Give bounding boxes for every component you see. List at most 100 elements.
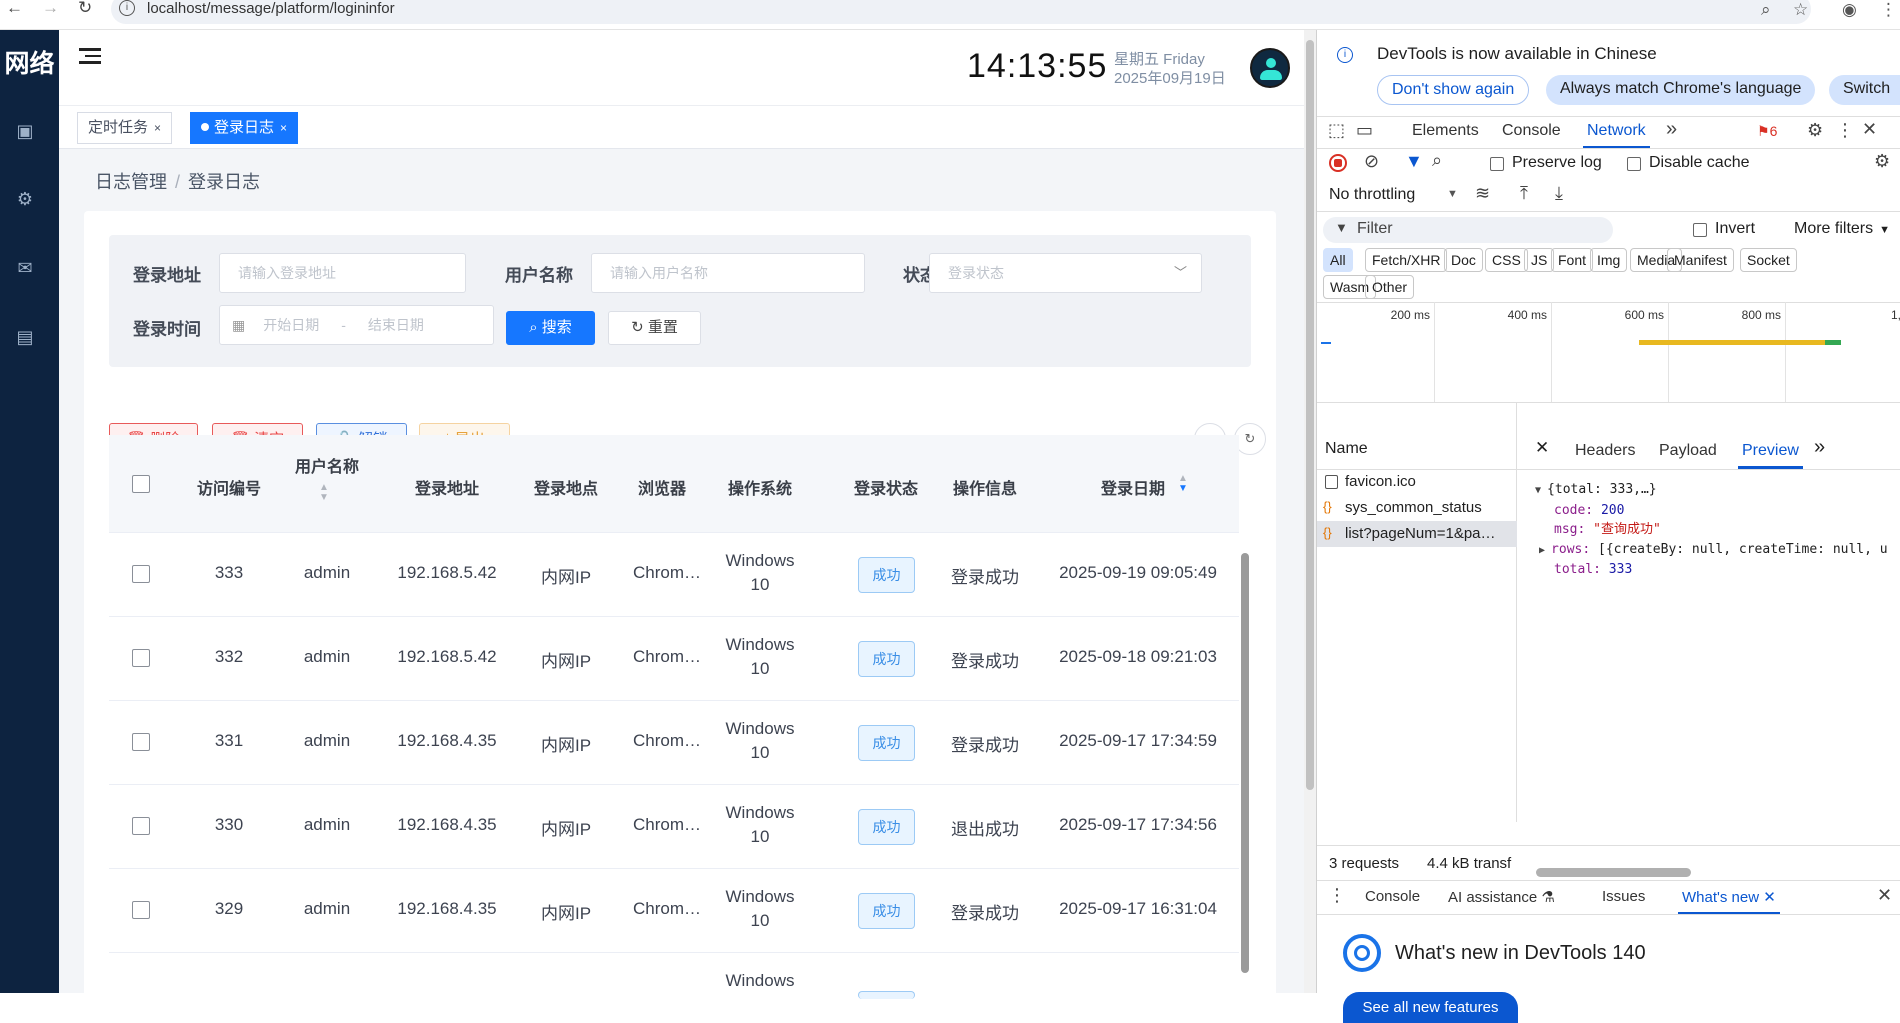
chevron-down-icon[interactable]: ▼ (1447, 188, 1458, 200)
select-all-checkbox[interactable] (132, 475, 150, 493)
tab-console[interactable]: Console (1502, 122, 1561, 140)
horizontal-scrollbar[interactable] (1536, 868, 1691, 877)
row-checkbox[interactable] (132, 901, 150, 919)
filter-input[interactable]: ▼ Filter (1323, 217, 1613, 243)
preserve-log-checkbox[interactable] (1490, 157, 1504, 171)
request-item[interactable]: favicon.ico (1317, 470, 1517, 494)
sort-icon[interactable]: ▲ ▼ (319, 483, 329, 503)
main-scrollbar[interactable] (1304, 30, 1316, 993)
table-row[interactable]: Windows (109, 953, 1239, 999)
dashboard-icon[interactable]: ▤ (14, 326, 36, 348)
filter-type-fetch-xhr[interactable]: Fetch/XHR (1365, 248, 1448, 272)
switch-language-button[interactable]: Switch D (1829, 75, 1900, 105)
search-icon[interactable]: ⌕ (1432, 150, 1442, 171)
request-item[interactable]: {} sys_common_status (1317, 496, 1517, 520)
close-icon[interactable]: ✕ (1759, 889, 1776, 906)
device-toolbar-icon[interactable]: ▭ (1356, 120, 1373, 141)
filter-type-manifest[interactable]: Manifest (1667, 248, 1734, 272)
json-rows[interactable]: ▶ rows: [{createBy: null, createTime: nu… (1535, 540, 1888, 561)
close-icon[interactable]: × (280, 121, 287, 135)
filter-type-img[interactable]: Img (1590, 248, 1628, 272)
tab-elements[interactable]: Elements (1412, 122, 1479, 140)
filter-type-css[interactable]: CSS (1485, 248, 1528, 272)
bookmark-star-icon[interactable]: ☆ (1793, 0, 1808, 20)
filter-type-all[interactable]: All (1323, 248, 1353, 272)
tab-network[interactable]: Network (1583, 122, 1650, 149)
browser-menu-icon[interactable]: ⋮ (1880, 0, 1897, 20)
drawer-tab-console[interactable]: Console (1365, 888, 1420, 905)
reset-button[interactable]: ↻ 重置 (608, 311, 701, 345)
zoom-icon[interactable]: ⌕ (1761, 0, 1771, 20)
close-drawer-icon[interactable]: ✕ (1877, 885, 1892, 906)
network-settings-icon[interactable]: ⚙ (1874, 151, 1890, 172)
disable-cache-checkbox[interactable] (1627, 157, 1641, 171)
date-range-picker[interactable]: ▦ 开始日期 - 结束日期 (219, 305, 494, 345)
drawer-tab-ai-assistance[interactable]: AI assistance ⚗ (1448, 888, 1555, 906)
more-tabs-icon[interactable]: » (1814, 436, 1825, 459)
invert-checkbox[interactable] (1693, 223, 1707, 237)
dont-show-again-button[interactable]: Don't show again (1377, 75, 1530, 105)
username-input[interactable]: 请输入用户名称 (591, 253, 865, 293)
issues-badge[interactable]: ⚑6 (1757, 123, 1777, 140)
more-filters-button[interactable]: More filters ▼ (1794, 220, 1890, 238)
breadcrumb-parent[interactable]: 日志管理 (95, 172, 167, 192)
filter-icon[interactable]: ▼ (1405, 151, 1423, 172)
col-username[interactable]: 用户名称 (287, 453, 367, 477)
status-select[interactable]: 登录状态 ﹀ (929, 253, 1202, 293)
drawer-tab-whats-new[interactable]: What's new ✕ (1678, 888, 1780, 915)
col-login-time[interactable]: 登录日期 (1093, 475, 1173, 499)
filter-type-doc[interactable]: Doc (1444, 248, 1483, 272)
forward-icon[interactable]: → (42, 0, 59, 18)
table-row[interactable]: 329 admin 192.168.4.35 内网IP Chrom… Windows 10 登… (109, 869, 1239, 953)
network-conditions-icon[interactable]: ≋ (1475, 183, 1490, 204)
tab-headers[interactable]: Headers (1575, 442, 1635, 460)
see-all-features-button[interactable]: See all new features (1343, 992, 1518, 1023)
filter-type-font[interactable]: Font (1551, 248, 1594, 272)
export-har-icon[interactable]: ⤓ (1555, 183, 1563, 204)
drawer-menu-icon[interactable]: ⋮ (1328, 885, 1346, 906)
filter-type-other[interactable]: Other (1365, 275, 1415, 299)
row-checkbox[interactable] (132, 649, 150, 667)
import-har-icon[interactable]: ⤒ (1520, 183, 1528, 204)
more-tabs-icon[interactable]: » (1666, 118, 1677, 141)
tab-login-log[interactable]: 登录日志 × (190, 112, 299, 144)
table-scrollbar[interactable] (1241, 543, 1249, 1003)
search-button[interactable]: ⌕ 搜索 (506, 311, 595, 345)
close-devtools-icon[interactable]: ✕ (1862, 119, 1877, 140)
throttling-select[interactable]: No throttling (1329, 186, 1415, 204)
tab-preview[interactable]: Preview (1738, 442, 1803, 469)
json-root[interactable]: ▼ {total: 333,…} (1535, 480, 1888, 501)
close-icon[interactable]: × (154, 121, 161, 135)
request-item-selected[interactable]: {} list?pageNum=1&pa… (1317, 521, 1517, 547)
network-timeline[interactable]: 200 ms 400 ms 600 ms 800 ms 1,000 ms (1317, 302, 1900, 402)
back-icon[interactable]: ← (6, 0, 23, 18)
table-row[interactable]: 330 admin 192.168.4.35 内网IP Chrom… Windows 10 退… (109, 785, 1239, 869)
match-language-button[interactable]: Always match Chrome's language (1546, 75, 1816, 105)
hamburger-menu-icon[interactable] (79, 48, 101, 68)
sort-icon[interactable]: ▲ ▼ (1178, 474, 1188, 494)
tab-payload[interactable]: Payload (1659, 442, 1717, 460)
filter-type-socket[interactable]: Socket (1740, 248, 1797, 272)
filter-type-js[interactable]: JS (1524, 248, 1555, 272)
settings-gear-icon[interactable]: ⚙ (1807, 120, 1823, 141)
address-bar[interactable]: i localhost/message/platform/logininfor (111, 0, 1811, 24)
table-row[interactable]: 331 admin 192.168.4.35 内网IP Chrom… Windows 10 登… (109, 701, 1239, 785)
row-checkbox[interactable] (132, 817, 150, 835)
row-checkbox[interactable] (132, 565, 150, 583)
row-checkbox[interactable] (132, 733, 150, 751)
table-row[interactable]: 333 admin 192.168.5.42 内网IP Chrom… Windows 10 登… (109, 533, 1239, 617)
close-detail-icon[interactable]: ✕ (1535, 438, 1549, 458)
kebab-menu-icon[interactable]: ⋮ (1836, 120, 1854, 141)
monitor-chart-icon[interactable]: ▣ (14, 120, 36, 142)
inspect-element-icon[interactable]: ⬚ (1328, 120, 1345, 141)
user-avatar[interactable] (1250, 48, 1290, 88)
clear-icon[interactable]: ⊘ (1364, 151, 1379, 172)
site-info-icon[interactable]: i (119, 0, 135, 16)
gear-icon[interactable]: ⚙ (14, 188, 36, 210)
drawer-tab-issues[interactable]: Issues (1602, 888, 1645, 905)
profile-icon[interactable]: ◉ (1842, 0, 1857, 20)
tab-scheduled-task[interactable]: 定时任务 × (77, 112, 173, 144)
reload-icon[interactable]: ↻ (78, 0, 92, 18)
record-stop-icon[interactable] (1329, 154, 1347, 172)
table-row[interactable]: 332 admin 192.168.5.42 内网IP Chrom… Windows 10 登… (109, 617, 1239, 701)
